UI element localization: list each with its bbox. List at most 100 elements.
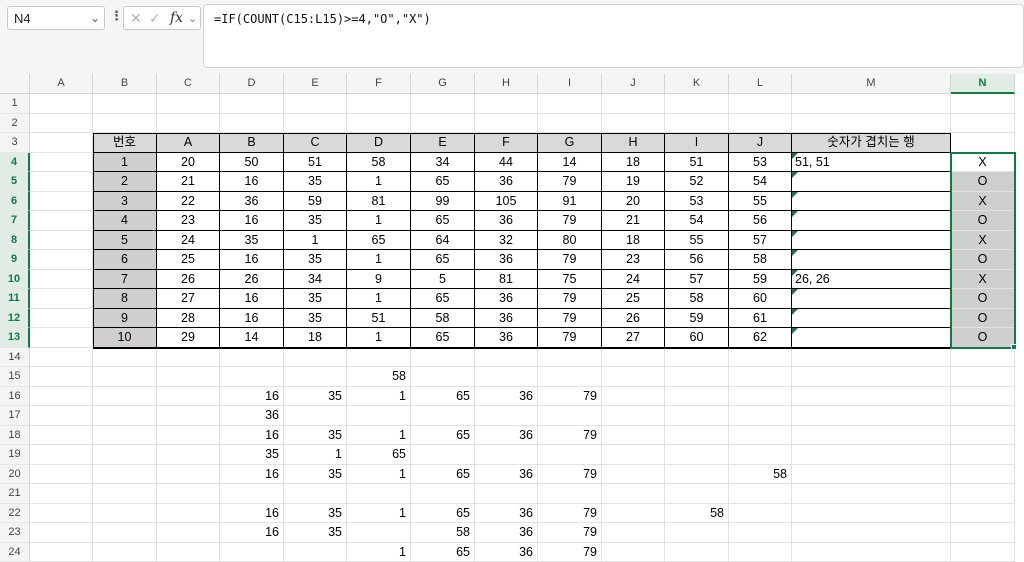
column-header-f[interactable]: F [347,74,411,94]
column-header-n[interactable]: N [951,74,1015,94]
table-cell[interactable]: 56 [665,250,729,270]
table-cell[interactable]: 58 [729,250,792,270]
cell-j19[interactable] [602,445,665,465]
cell-i2[interactable] [538,113,602,133]
cell-e14[interactable] [284,347,347,367]
result-cell[interactable]: X [951,191,1015,211]
table-cell[interactable]: 36 [475,250,538,270]
table-cell[interactable]: 35 [220,230,284,250]
cell-a5[interactable] [30,172,93,192]
column-header-b[interactable]: B [93,74,157,94]
value-cell[interactable]: 65 [411,386,475,406]
cell-m16[interactable] [792,386,951,406]
cell-l1[interactable] [729,94,792,114]
table-cell[interactable]: 51 [347,308,411,328]
table-cell[interactable]: 65 [411,172,475,192]
value-cell[interactable]: 65 [347,445,411,465]
formula-input[interactable]: =IF(COUNT(C15:L15)>=4,"O","X") [203,4,1024,68]
value-cell[interactable]: 79 [538,386,602,406]
table-cell[interactable]: 16 [220,289,284,309]
cell-n15[interactable] [951,367,1015,387]
table-cell[interactable]: 34 [284,269,347,289]
table-cell[interactable]: 19 [602,172,665,192]
row-header-13[interactable]: 13 [0,328,30,348]
table-cell[interactable]: 23 [602,250,665,270]
cell-g17[interactable] [411,406,475,426]
table-cell[interactable]: 61 [729,308,792,328]
table-cell[interactable]: 79 [538,289,602,309]
cell-a11[interactable] [30,289,93,309]
cell-i21[interactable] [538,484,602,504]
cell-j18[interactable] [602,425,665,445]
cell-b14[interactable] [93,347,157,367]
value-cell[interactable]: 35 [284,503,347,523]
cell-a3[interactable] [30,133,93,153]
cell-b21[interactable] [93,484,157,504]
cell-f14[interactable] [347,347,411,367]
cell-d1[interactable] [220,94,284,114]
overlap-cell[interactable] [792,191,951,211]
cell-c14[interactable] [157,347,220,367]
cell-k23[interactable] [665,523,729,543]
table-cell[interactable]: 8 [93,289,157,309]
table-cell[interactable]: 16 [220,172,284,192]
row-header-22[interactable]: 22 [0,503,30,523]
table-cell[interactable]: 58 [665,289,729,309]
cell-b20[interactable] [93,464,157,484]
table-cell[interactable]: 60 [729,289,792,309]
result-cell[interactable]: O [951,211,1015,231]
cell-l21[interactable] [729,484,792,504]
table-cell[interactable]: 35 [284,308,347,328]
cell-c18[interactable] [157,425,220,445]
cell-b18[interactable] [93,425,157,445]
row-header-10[interactable]: 10 [0,269,30,289]
cell-a20[interactable] [30,464,93,484]
table-cell[interactable]: 79 [538,250,602,270]
value-cell[interactable]: 58 [729,464,792,484]
cell-c15[interactable] [157,367,220,387]
table-header[interactable]: 숫자가 겹치는 행 [792,133,951,153]
table-header[interactable]: I [665,133,729,153]
table-cell[interactable]: 55 [729,191,792,211]
table-cell[interactable]: 26 [220,269,284,289]
value-cell[interactable]: 36 [475,542,538,562]
value-cell[interactable]: 65 [411,464,475,484]
cancel-icon[interactable]: ✕ [130,10,142,27]
cell-m24[interactable] [792,542,951,562]
table-cell[interactable]: 36 [475,328,538,348]
table-cell[interactable]: 35 [284,289,347,309]
cell-m19[interactable] [792,445,951,465]
table-cell[interactable]: 2 [93,172,157,192]
cell-l18[interactable] [729,425,792,445]
value-cell[interactable]: 79 [538,464,602,484]
value-cell[interactable]: 35 [284,425,347,445]
table-cell[interactable]: 24 [157,230,220,250]
cell-g19[interactable] [411,445,475,465]
table-cell[interactable]: 79 [538,211,602,231]
table-cell[interactable]: 5 [411,269,475,289]
cell-g14[interactable] [411,347,475,367]
cell-g21[interactable] [411,484,475,504]
chevron-down-icon[interactable]: ⌄ [188,12,197,25]
cell-l24[interactable] [729,542,792,562]
cell-j15[interactable] [602,367,665,387]
overlap-cell[interactable] [792,230,951,250]
cell-l15[interactable] [729,367,792,387]
row-header-21[interactable]: 21 [0,484,30,504]
table-cell[interactable]: 36 [475,289,538,309]
cell-a19[interactable] [30,445,93,465]
table-cell[interactable]: 81 [347,191,411,211]
cell-c24[interactable] [157,542,220,562]
confirm-icon[interactable]: ✓ [149,10,161,27]
row-header-2[interactable]: 2 [0,113,30,133]
cell-e15[interactable] [284,367,347,387]
table-cell[interactable]: 1 [284,230,347,250]
cell-n23[interactable] [951,523,1015,543]
cell-c21[interactable] [157,484,220,504]
column-header-i[interactable]: I [538,74,602,94]
cell-j1[interactable] [602,94,665,114]
cell-l16[interactable] [729,386,792,406]
value-cell[interactable]: 65 [411,503,475,523]
cell-h2[interactable] [475,113,538,133]
table-cell[interactable]: 16 [220,308,284,328]
